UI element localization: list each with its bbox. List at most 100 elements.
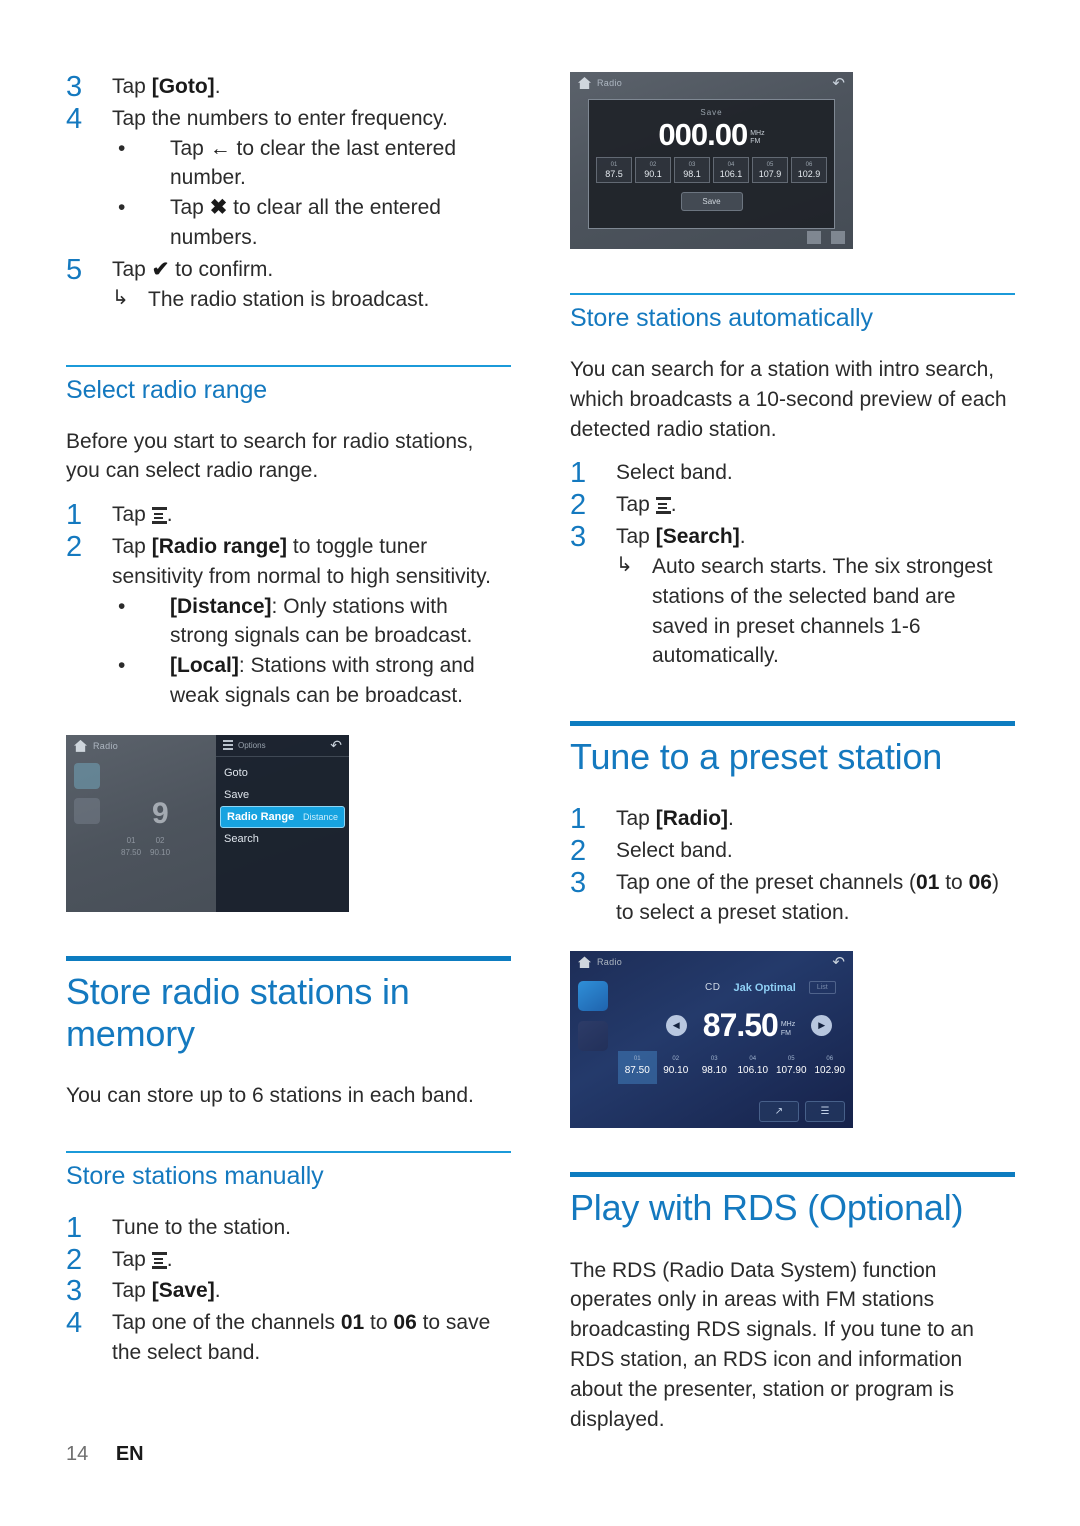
preset-button[interactable]: 06 102.9 bbox=[791, 157, 827, 183]
back-icon: ↶ bbox=[832, 74, 845, 92]
result-text: The radio station is broadcast. bbox=[148, 287, 430, 311]
station-meta: CD Jak Optimal List bbox=[705, 981, 836, 995]
preset-button[interactable]: 06 102.90 bbox=[811, 1051, 850, 1084]
menu-item-value: Distance bbox=[302, 811, 338, 822]
preset-button[interactable]: 02 90.1 bbox=[635, 157, 671, 183]
step-number: 2 bbox=[66, 530, 83, 563]
screenshot-source-icons bbox=[578, 981, 608, 1052]
play-with-rds-paragraph: The RDS (Radio Data System) function ope… bbox=[570, 1258, 974, 1431]
list-tag[interactable]: List bbox=[808, 981, 836, 995]
section-rule-thick bbox=[570, 721, 1015, 727]
frequency-display: 000.00 MHz FM bbox=[658, 119, 764, 150]
save-button[interactable]: Save bbox=[680, 192, 743, 211]
next-station-button[interactable]: ▶ bbox=[811, 1014, 833, 1036]
radio-source-icon[interactable] bbox=[578, 981, 608, 1012]
page-footer: 14 EN bbox=[66, 1443, 144, 1466]
radio-source-icon bbox=[74, 762, 100, 789]
cross-icon: ✖ bbox=[209, 196, 228, 220]
back-icon: ↶ bbox=[330, 737, 342, 754]
shortcut-icon[interactable]: ↗ bbox=[759, 1101, 799, 1123]
save-dialog: Save 000.00 MHz FM 01 87.5 02 90.1 03 98.1 … bbox=[588, 99, 835, 229]
preset-button[interactable]: 01 87.50 bbox=[618, 1051, 657, 1085]
bullet-dot: • bbox=[118, 654, 126, 678]
previous-station-button[interactable]: ◀ bbox=[665, 1014, 687, 1036]
step-text-after: . bbox=[739, 525, 746, 549]
step-text-before: Tap bbox=[616, 807, 656, 831]
preset-number: 03 bbox=[688, 161, 696, 168]
tuning-row: ◀ 87.50 MHz FM ▶ bbox=[655, 1009, 843, 1041]
preset-frequency: 98.1 bbox=[683, 168, 701, 179]
home-icon bbox=[74, 739, 87, 752]
section-rule-thick bbox=[570, 1172, 1015, 1178]
bullet-dot: • bbox=[118, 136, 126, 160]
bullet-distance: • [Distance]: Only stations with strong … bbox=[112, 592, 511, 652]
preset-button[interactable]: 05 107.9 bbox=[752, 157, 788, 183]
step-text-after: . bbox=[214, 1279, 221, 1303]
result-arrow-icon: ↳ bbox=[112, 286, 129, 309]
preset-frequency: 107.90 bbox=[775, 1065, 807, 1077]
preset-button[interactable]: 01 87.5 bbox=[596, 157, 632, 183]
preset-button[interactable]: 02 90.10 bbox=[657, 1051, 696, 1084]
preset-number: 05 bbox=[787, 1056, 795, 1063]
preset-number: 01 bbox=[610, 161, 618, 168]
menu-icon[interactable]: ☰ bbox=[805, 1101, 845, 1123]
step-tap-search: 3 Tap [Search]. ↳ Auto search starts. Th… bbox=[570, 521, 1015, 671]
step-tap-menu: 1 Tap . bbox=[66, 499, 511, 531]
bullet-bold-token: [Distance] bbox=[170, 594, 272, 618]
step-bold-token: [Radio range] bbox=[151, 534, 288, 558]
step-5: 5 Tap ✔ to confirm. ↳ The radio station … bbox=[66, 254, 511, 315]
preset-button[interactable]: 03 98.10 bbox=[695, 1051, 734, 1084]
screenshot-topbar-title: Radio bbox=[597, 78, 623, 88]
screenshot-corner-icons bbox=[807, 231, 845, 244]
bullet-bold-token: [Local] bbox=[170, 654, 239, 678]
preset-frequency: 107.9 bbox=[758, 168, 782, 179]
store-manually-steps: 1 Tune to the station. 2 Tap . 3 Tap [Sa… bbox=[66, 1212, 511, 1368]
step-text-before: Tap bbox=[112, 503, 152, 527]
step-bold-token: [Save] bbox=[151, 1279, 215, 1303]
preset-button[interactable]: 05 107.90 bbox=[772, 1051, 811, 1084]
step-text-after: to confirm. bbox=[169, 257, 274, 281]
step-text-after: . bbox=[670, 493, 677, 517]
step-tap-save: 3 Tap [Save]. bbox=[66, 1275, 511, 1307]
home-icon bbox=[578, 77, 591, 89]
channel-end: 06 bbox=[393, 1311, 417, 1335]
step-tap-preset-channel: 3 Tap one of the preset channels (01 to … bbox=[570, 867, 1015, 928]
unit-mhz: MHz bbox=[780, 1021, 796, 1029]
step-3: 3 Tap [Goto]. bbox=[66, 71, 511, 103]
options-menu-list: Goto Save Radio Range Distance Search bbox=[216, 762, 349, 850]
screenshot-radio-playing: Radio ↶ CD Jak Optimal List ◀ 87.50 MHz … bbox=[570, 951, 853, 1129]
menu-item-save[interactable]: Save bbox=[216, 784, 349, 806]
menu-item-radio-range[interactable]: Radio Range Distance bbox=[220, 805, 345, 828]
preset-number: 01 bbox=[126, 835, 136, 845]
preset-button[interactable]: 04 106.10 bbox=[734, 1051, 773, 1084]
left-arrow-icon: ← bbox=[209, 136, 231, 160]
section-rule-thick bbox=[66, 955, 511, 961]
preset-frequency: 87.50 bbox=[121, 847, 142, 857]
step-bold-token: [Search] bbox=[655, 525, 740, 549]
frequency-unit: MHz FM bbox=[781, 1020, 795, 1038]
preset-button[interactable]: 04 106.1 bbox=[713, 157, 749, 183]
step-tune-to-station: 1 Tune to the station. bbox=[66, 1212, 511, 1244]
menu-item-search[interactable]: Search bbox=[216, 828, 349, 850]
unit-band: FM bbox=[780, 1030, 791, 1038]
step-text-after: . bbox=[214, 75, 221, 98]
preset-frequency: 106.10 bbox=[737, 1065, 769, 1077]
screenshot-source-icons bbox=[74, 762, 100, 824]
preset-number: 01 bbox=[633, 1056, 641, 1063]
preset-number: 02 bbox=[155, 835, 165, 845]
step-text-mid: to bbox=[364, 1311, 394, 1335]
preset-frequency: 90.10 bbox=[150, 847, 171, 857]
screenshot-topbar: Radio ↶ bbox=[570, 951, 853, 973]
shortcut-icon bbox=[807, 231, 821, 244]
preset-button[interactable]: 03 98.1 bbox=[674, 157, 710, 183]
heading-play-with-rds: Play with RDS (Optional) bbox=[570, 1187, 964, 1229]
menu-item-goto[interactable]: Goto bbox=[216, 762, 349, 784]
save-dialog-title: Save bbox=[700, 108, 723, 117]
step-tap-radio: 1 Tap [Radio]. bbox=[570, 803, 1015, 835]
preset-frequency: 98.10 bbox=[701, 1065, 727, 1077]
radio-source-icon-secondary[interactable] bbox=[578, 1021, 608, 1052]
right-column: Radio ↶ Save 000.00 MHz FM 01 87.5 02 90.1… bbox=[570, 72, 1015, 1448]
radio-range-bullets: • [Distance]: Only stations with strong … bbox=[112, 592, 511, 711]
step-bold-token: [Radio] bbox=[655, 807, 729, 831]
preset-number: 02 bbox=[672, 1056, 680, 1063]
